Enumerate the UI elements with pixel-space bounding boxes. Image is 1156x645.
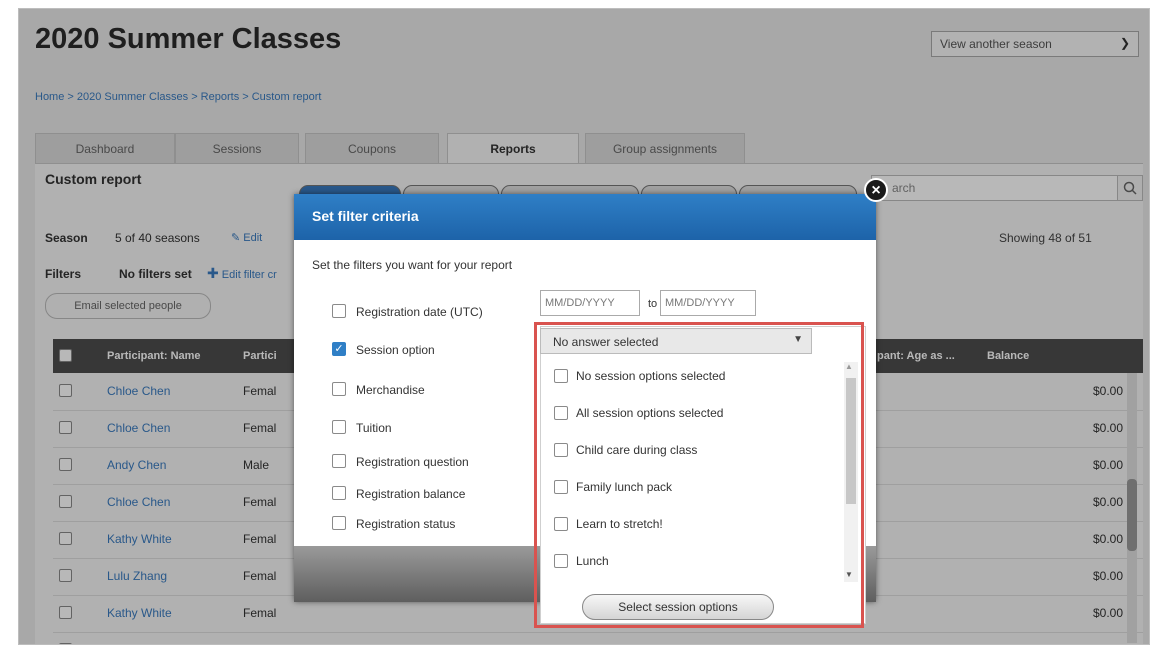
criteria-label: Registration question <box>356 455 469 469</box>
criteria-label: Registration balance <box>356 487 466 501</box>
criteria-checkbox[interactable]: ✓ <box>332 342 346 356</box>
criteria-checkbox[interactable] <box>332 382 346 396</box>
criteria-label: Session option <box>356 343 435 357</box>
modal-title: Set filter criteria <box>294 194 876 240</box>
criteria-label: Registration date (UTC) <box>356 305 483 319</box>
criteria-checkbox[interactable] <box>332 420 346 434</box>
criteria-checkbox[interactable] <box>332 516 346 530</box>
criteria-checkbox[interactable] <box>332 486 346 500</box>
modal-subtitle: Set the filters you want for your report <box>312 258 513 272</box>
criteria-label: Merchandise <box>356 383 425 397</box>
date-to-label: to <box>648 298 658 310</box>
criteria-label: Registration status <box>356 517 456 531</box>
date-to-input[interactable]: MM/DD/YYYY <box>660 290 756 316</box>
criteria-checkbox[interactable] <box>332 304 346 318</box>
date-from-input[interactable]: MM/DD/YYYY <box>540 290 640 316</box>
highlight-box <box>534 322 864 628</box>
criteria-label: Tuition <box>356 421 392 435</box>
close-icon[interactable]: × <box>864 178 888 202</box>
criteria-checkbox[interactable] <box>332 454 346 468</box>
